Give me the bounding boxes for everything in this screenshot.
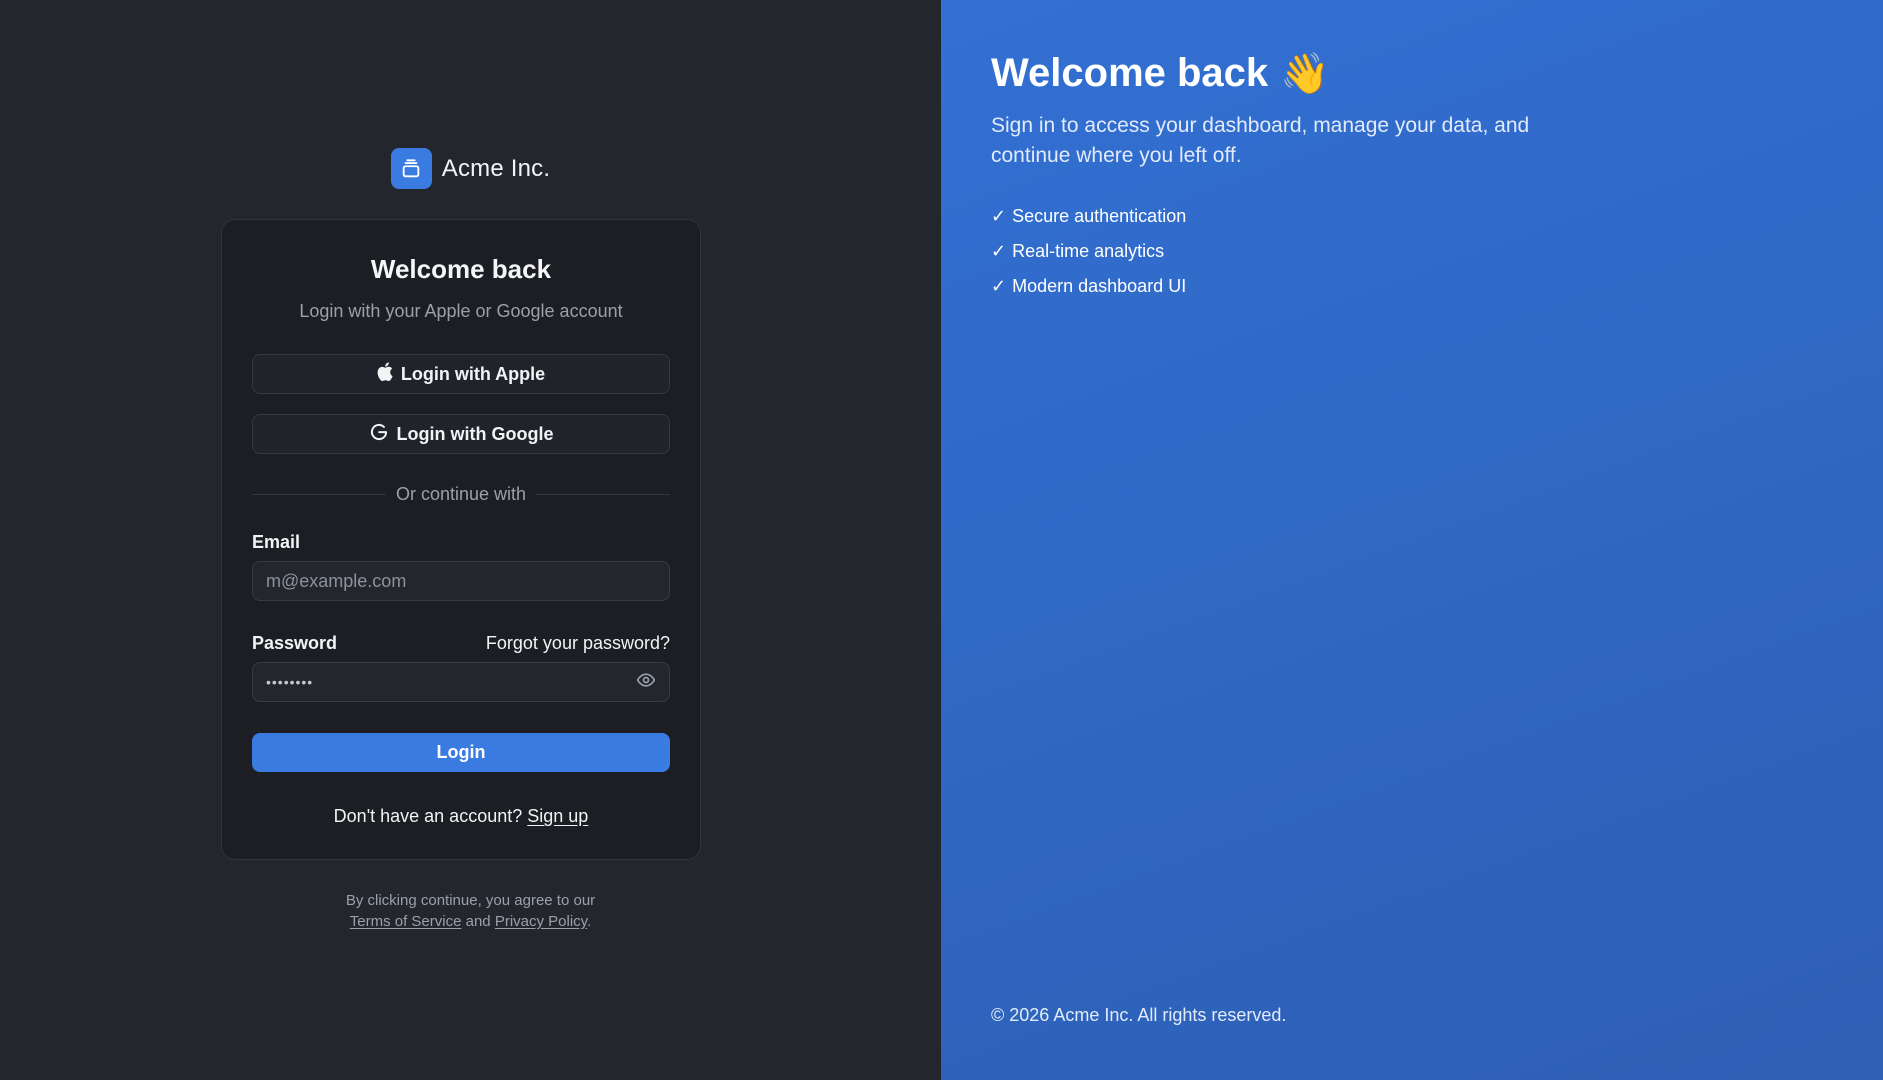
hero-title-text: Welcome back	[991, 51, 1269, 95]
brand: Acme Inc.	[0, 148, 941, 189]
check-icon: ✓	[991, 206, 1007, 226]
check-icon: ✓	[991, 276, 1007, 296]
login-button[interactable]: Login	[252, 733, 670, 772]
email-label: Email	[252, 532, 301, 552]
legal-and: and	[465, 913, 491, 930]
login-with-apple-button[interactable]: Login with Apple	[252, 354, 670, 394]
forgot-password-link[interactable]: Forgot your password?	[486, 633, 670, 654]
feature-label: Secure authentication	[1012, 206, 1187, 226]
password-value: ••••••••	[266, 674, 314, 690]
legal-notice: By clicking continue, you agree to our T…	[0, 890, 941, 932]
card-subtitle: Login with your Apple or Google account	[299, 301, 623, 321]
or-divider: Or continue with	[252, 481, 670, 507]
legal-suffix: .	[587, 913, 592, 930]
signup-prompt: Don't have an account?	[333, 806, 523, 826]
feature-label: Real-time analytics	[1012, 241, 1165, 261]
hero-title: Welcome back 👋	[991, 50, 1883, 97]
apple-button-label: Login with Apple	[400, 363, 546, 384]
feature-item: ✓ Real-time analytics	[991, 234, 1883, 269]
signup-link[interactable]: Sign up	[527, 806, 588, 826]
feature-item: ✓ Modern dashboard UI	[991, 269, 1883, 304]
password-field[interactable]: ••••••••	[252, 662, 670, 702]
login-panel: Acme Inc. Welcome back Login with your A…	[0, 0, 941, 1080]
eye-icon[interactable]	[636, 670, 656, 695]
login-card: Welcome back Login with your Apple or Go…	[221, 219, 701, 860]
copyright: © 2026 Acme Inc. All rights reserved.	[991, 1005, 1287, 1025]
brand-name: Acme Inc.	[441, 154, 551, 182]
google-icon	[369, 422, 389, 447]
google-button-label: Login with Google	[396, 423, 554, 444]
privacy-policy-link[interactable]: Privacy Policy	[495, 913, 587, 930]
divider-label: Or continue with	[385, 481, 537, 507]
feature-list: ✓ Secure authentication ✓ Real-time anal…	[991, 199, 1883, 304]
terms-of-service-link[interactable]: Terms of Service	[350, 913, 462, 930]
email-field[interactable]: m@example.com	[252, 561, 670, 601]
waving-hand-icon: 👋	[1280, 52, 1330, 96]
layers-icon	[390, 148, 432, 189]
card-title: Welcome back	[370, 254, 552, 284]
feature-item: ✓ Secure authentication	[991, 199, 1883, 234]
legal-prefix: By clicking continue, you agree to our	[345, 892, 596, 909]
apple-icon	[377, 362, 393, 386]
feature-label: Modern dashboard UI	[1012, 276, 1187, 296]
password-label: Password	[252, 633, 338, 653]
check-icon: ✓	[991, 241, 1007, 261]
login-with-google-button[interactable]: Login with Google	[252, 414, 670, 454]
signup-row: Don't have an account? Sign up	[252, 806, 670, 827]
email-placeholder: m@example.com	[266, 570, 407, 591]
hero-subtitle: Sign in to access your dashboard, manage…	[991, 114, 1530, 167]
hero-panel: Welcome back 👋 Sign in to access your da…	[941, 0, 1883, 1080]
password-label-row: Password Forgot your password?	[252, 633, 670, 654]
